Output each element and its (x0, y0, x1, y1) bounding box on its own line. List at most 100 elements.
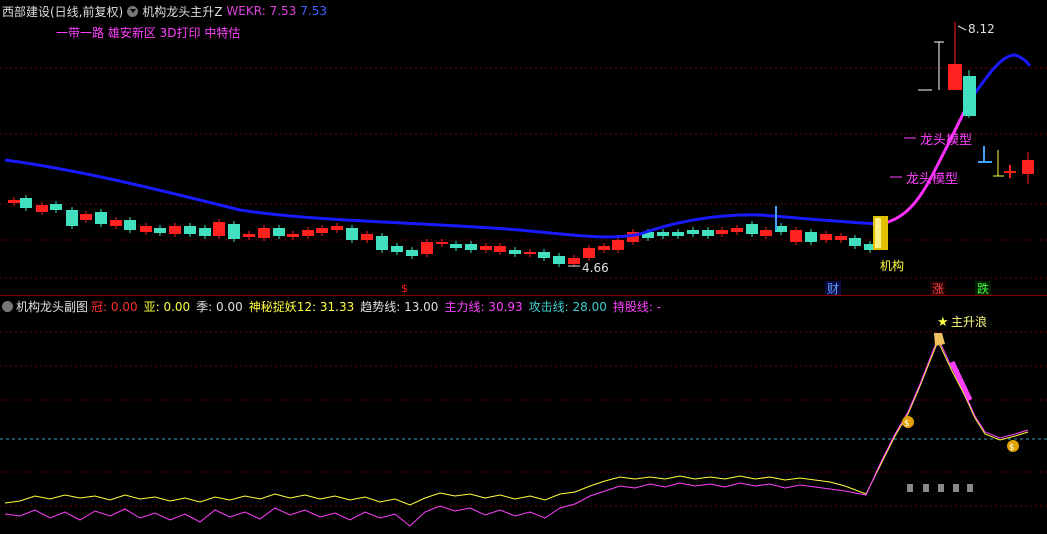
candle-body (509, 250, 521, 254)
candle-body (66, 210, 78, 226)
svg-text:$: $ (1009, 443, 1015, 453)
candle-body (568, 258, 580, 264)
candle-body (835, 236, 847, 240)
sub-legend-item: 亚: 0.00 (143, 299, 191, 314)
badge-zhang: 涨 (932, 281, 944, 295)
candle-body (657, 232, 669, 236)
sub-legend-item: 攻击线: 28.00 (528, 299, 607, 314)
institution-label: 机构 (880, 258, 904, 273)
main-rise-thick (949, 360, 973, 402)
candle-body (376, 236, 388, 250)
sub-menu-icon[interactable] (2, 300, 13, 312)
indicator-menu-icon[interactable] (127, 5, 139, 17)
candle-body (287, 234, 299, 237)
candle-body (494, 246, 506, 252)
candle-body (8, 200, 20, 203)
candle-body (110, 220, 122, 226)
candle-body (450, 244, 462, 248)
concept-tags: 一带一路 雄安新区 3D打印 中特估 (56, 26, 241, 40)
candle-body (805, 232, 817, 242)
candle-body (687, 230, 699, 234)
candle-body (302, 230, 314, 236)
candle-body (746, 224, 758, 234)
sub-legend-item: 趋势线: 13.00 (360, 299, 439, 314)
star-icon: ★ (937, 315, 949, 330)
candle-body (20, 198, 32, 208)
main-chart-panel[interactable]: 8.12 4.66 龙头模型 龙头模型 机构 $ 财 涨 跌 西部建设(日线,前… (0, 0, 1047, 296)
ma-line-blue-top (968, 53, 1032, 101)
stock-title[interactable]: 西部建设(日线,前复权) (2, 3, 123, 20)
candle-body (820, 234, 832, 240)
sub-header: 机构龙头副图 冠: 0.00 亚: 0.00 季: 0.00 神秘捉妖12: 31.3… (2, 298, 661, 314)
grey-marks (907, 484, 973, 492)
main-rise-label: 主升浪 (951, 314, 987, 329)
main-grid (0, 67, 1047, 279)
main-chart-svg[interactable]: 8.12 4.66 龙头模型 龙头模型 机构 $ 财 涨 跌 (0, 0, 1047, 296)
sub-legend-item: 主力线: 30.93 (444, 299, 523, 314)
main-header: 西部建设(日线,前复权) 机构龙头主升Z WEKR: 7.53 7.53 (2, 3, 327, 19)
candle-body (361, 234, 373, 240)
candle-body (702, 230, 714, 236)
money-bag-icon: $ (1007, 440, 1019, 453)
dragon-model-label-1: 龙头模型 (920, 133, 972, 148)
sub-legend-item: 神秘捉妖12: 31.33 (248, 299, 355, 314)
sub-chart-svg[interactable]: $ $ ★ 主升浪 (0, 296, 1047, 531)
s-marker: $ (401, 282, 408, 295)
candle-body (80, 214, 92, 220)
candle-body (154, 228, 166, 233)
candle-body (169, 226, 181, 234)
candlestick-series (8, 195, 876, 267)
candle-body (331, 226, 343, 230)
wekr-value: 7.53 (300, 4, 328, 18)
wekr-label: WEKR: 7.53 (226, 4, 297, 18)
candle-body (36, 205, 48, 212)
candle-body (612, 240, 624, 250)
candle-body (598, 246, 610, 250)
candle-body (95, 212, 107, 224)
sub-chart-panel[interactable]: $ $ ★ 主升浪 机构龙头副图 冠: 0.00 亚: 0.00 季: 0.00 神秘… (0, 296, 1047, 531)
candle-body (124, 220, 136, 230)
candle-body (243, 234, 255, 237)
sub-legend-item: 季: 0.00 (196, 299, 243, 314)
high-price-label: 8.12 (968, 22, 995, 36)
hand-pointer-icon (934, 333, 945, 346)
candle-body (213, 222, 225, 236)
indicator-name[interactable]: 机构龙头主升Z (142, 3, 222, 20)
candle-body (391, 246, 403, 252)
candle-body (228, 224, 240, 239)
high-area-marks (775, 22, 1034, 230)
candle-body (258, 228, 270, 238)
candle-body (199, 228, 211, 236)
badge-die: 跌 (977, 281, 989, 295)
sub-legend-item: 持股线: - (612, 299, 662, 314)
candle-body (849, 238, 861, 246)
low-price-label: 4.66 (582, 261, 609, 275)
candle-body (553, 256, 565, 264)
candle-body (716, 230, 728, 234)
badge-cai: 财 (827, 282, 839, 295)
candle-body (50, 204, 62, 210)
candle-body (790, 230, 802, 242)
candle-body (524, 252, 536, 254)
candle-body (480, 246, 492, 250)
ma-line-magenta (879, 99, 972, 226)
sub-title[interactable]: 机构龙头副图 (16, 298, 88, 315)
candle-body (465, 244, 477, 250)
money-bag-icon: $ (902, 416, 914, 429)
sub-legend-item: 冠: 0.00 (91, 299, 138, 314)
candle-body (583, 248, 595, 258)
candle-body (436, 242, 448, 244)
candle-body (316, 228, 328, 233)
candle-body (421, 242, 433, 254)
candle-body (273, 228, 285, 236)
candle-body (140, 226, 152, 232)
candle-body (731, 228, 743, 232)
sub-grid (0, 331, 1047, 507)
dragon-model-label-2: 龙头模型 (906, 172, 958, 187)
candle-body (346, 228, 358, 240)
sub-legend: 冠: 0.00 亚: 0.00 季: 0.00 神秘捉妖12: 31.33 趋势线: 1… (91, 298, 661, 315)
candle-body (406, 250, 418, 256)
candle-body (184, 226, 196, 234)
candle-body (672, 232, 684, 236)
candle-body (760, 230, 772, 236)
